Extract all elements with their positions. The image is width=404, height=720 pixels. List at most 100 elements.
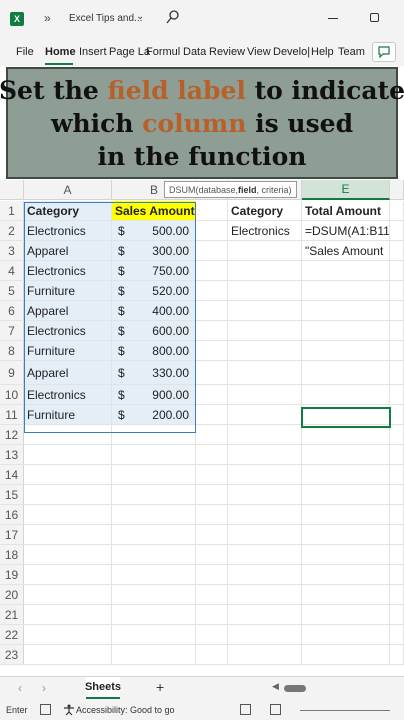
comments-button[interactable] [372,42,396,62]
header-cell-sales-amount[interactable]: Sales Amount [112,201,196,220]
grid-cell[interactable] [390,585,404,604]
row-header[interactable]: 1 [0,201,24,220]
grid-cell[interactable] [112,585,196,604]
category-cell[interactable]: Furniture [24,281,112,300]
tab-file[interactable]: File [16,46,34,58]
column-header-a[interactable]: A [24,180,112,200]
grid-cell[interactable] [196,221,228,240]
row-header[interactable]: 19 [0,565,24,584]
amount-cell[interactable]: $520.00 [112,281,196,300]
grid-cell[interactable] [390,281,404,300]
amount-cell[interactable]: $200.00 [112,405,196,424]
grid-cell[interactable] [196,261,228,280]
grid-cell[interactable] [24,645,112,664]
grid-cell[interactable] [302,361,390,384]
row-header[interactable]: 9 [0,361,24,384]
grid-cell[interactable] [112,545,196,564]
amount-cell[interactable]: $400.00 [112,301,196,320]
document-title[interactable]: Excel Tips and... [69,13,142,24]
grid-cell[interactable] [302,405,390,424]
add-sheet-button[interactable]: + [156,679,164,695]
maximize-button[interactable] [370,13,379,22]
grid-cell[interactable] [196,525,228,544]
grid-cell[interactable] [302,321,390,340]
grid-cell[interactable] [24,485,112,504]
grid-cell[interactable] [390,505,404,524]
formula-cell-e2[interactable]: =DSUM(A1:B11, [302,221,390,240]
chevron-down-icon[interactable]: ⌄ [136,11,144,22]
grid-cell[interactable] [24,445,112,464]
quick-access-more-button[interactable]: » [44,11,51,25]
page-layout-view-icon[interactable] [270,704,281,715]
grid-cell[interactable] [112,625,196,644]
grid-cell[interactable] [24,465,112,484]
tab-data[interactable]: Data [183,46,206,58]
amount-cell[interactable]: $330.00 [112,361,196,384]
grid-cell[interactable] [390,605,404,624]
grid-cell[interactable] [302,585,390,604]
criteria-header-category[interactable]: Category [228,201,302,220]
grid-cell[interactable] [196,625,228,644]
grid-cell[interactable] [228,565,302,584]
row-header[interactable]: 11 [0,405,24,424]
grid-cell[interactable] [196,485,228,504]
amount-cell[interactable]: $500.00 [112,221,196,240]
row-header[interactable]: 16 [0,505,24,524]
grid-cell[interactable] [302,525,390,544]
grid-cell[interactable] [228,425,302,444]
grid-cell[interactable] [196,465,228,484]
grid-cell[interactable] [390,625,404,644]
grid-cell[interactable] [196,425,228,444]
grid-cell[interactable] [196,241,228,260]
formula-overflow-text[interactable]: "Sales Amount [302,241,390,260]
grid-cell[interactable] [228,605,302,624]
grid-cell[interactable] [228,465,302,484]
grid-cell[interactable] [228,385,302,404]
grid-cell[interactable] [302,425,390,444]
row-header[interactable]: 2 [0,221,24,240]
grid-cell[interactable] [302,605,390,624]
header-cell-category[interactable]: Category [24,201,112,220]
sheet-next-button[interactable]: › [42,681,46,695]
grid-cell[interactable] [24,585,112,604]
grid-cell[interactable] [390,201,404,220]
grid-cell[interactable] [302,341,390,360]
grid-cell[interactable] [302,565,390,584]
category-cell[interactable]: Electronics [24,221,112,240]
grid-cell[interactable] [390,485,404,504]
row-header[interactable]: 7 [0,321,24,340]
column-header-f[interactable] [390,180,404,200]
tab-insert[interactable]: Insert [79,46,107,58]
grid-cell[interactable] [228,261,302,280]
row-header[interactable]: 14 [0,465,24,484]
grid-cell[interactable] [228,405,302,424]
accessibility-status[interactable]: Accessibility: Good to go [76,705,175,715]
grid-cell[interactable] [390,645,404,664]
row-header[interactable]: 20 [0,585,24,604]
grid-cell[interactable] [196,545,228,564]
grid-cell[interactable] [390,465,404,484]
grid-cell[interactable] [390,565,404,584]
category-cell[interactable]: Furniture [24,341,112,360]
grid-cell[interactable] [24,525,112,544]
grid-cell[interactable] [196,605,228,624]
tab-page-layout[interactable]: Page La [109,46,150,58]
row-header[interactable]: 23 [0,645,24,664]
row-header[interactable]: 8 [0,341,24,360]
row-header[interactable]: 18 [0,545,24,564]
normal-view-icon[interactable] [240,704,251,715]
grid-cell[interactable] [196,321,228,340]
grid-cell[interactable] [228,445,302,464]
scroll-left-arrow-icon[interactable]: ◀ [272,681,279,692]
grid-cell[interactable] [228,505,302,524]
grid-cell[interactable] [228,485,302,504]
grid-cell[interactable] [196,645,228,664]
grid-cell[interactable] [302,625,390,644]
grid-cell[interactable] [228,301,302,320]
category-cell[interactable]: Apparel [24,361,112,384]
grid-cell[interactable] [196,201,228,220]
row-header[interactable]: 22 [0,625,24,644]
grid-cell[interactable] [228,585,302,604]
row-header[interactable]: 12 [0,425,24,444]
grid-cell[interactable] [302,545,390,564]
